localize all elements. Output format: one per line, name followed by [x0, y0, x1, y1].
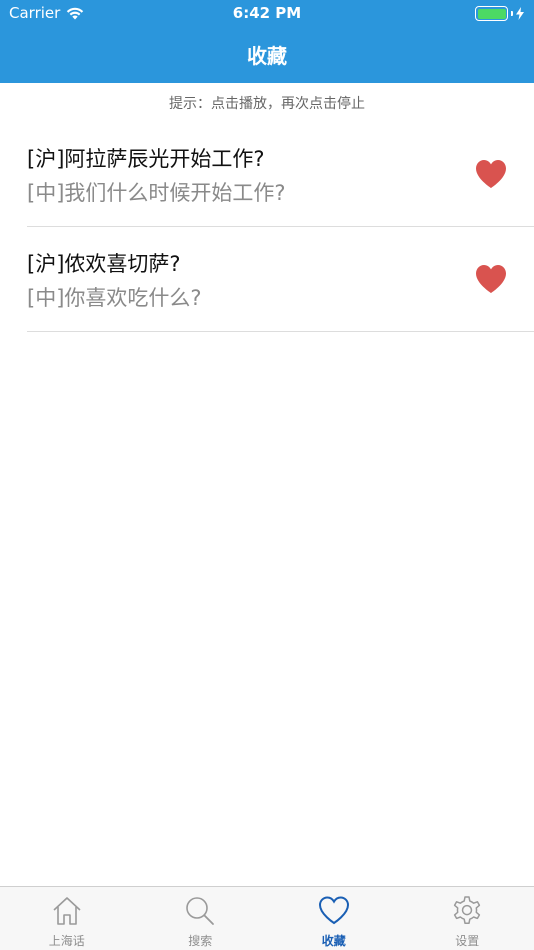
favorites-list: [沪]阿拉萨辰光开始工作? [中]我们什么时候开始工作? [沪]侬欢喜切萨? [… [0, 122, 534, 332]
home-icon [53, 897, 81, 925]
status-bar: Carrier 6:42 PM [0, 0, 534, 28]
battery-indicator [475, 6, 524, 21]
tab-settings[interactable]: 设置 [401, 887, 534, 950]
tab-label: 设置 [455, 934, 480, 948]
navigation-bar: Carrier 6:42 PM 收藏 [0, 0, 534, 83]
gear-icon [454, 896, 481, 924]
clock: 6:42 PM [232, 4, 302, 22]
shanghainese-phrase: [沪]侬欢喜切萨? [27, 252, 181, 276]
tab-favorites[interactable]: 收藏 [267, 887, 401, 950]
mandarin-translation: [中]你喜欢吃什么? [27, 286, 202, 310]
mandarin-translation: [中]我们什么时候开始工作? [27, 181, 286, 205]
tab-bar: 上海话 搜索 收藏 设置 [0, 886, 534, 950]
tab-shanghainese[interactable]: 上海话 [0, 887, 134, 950]
playback-hint: 提示：点击播放，再次点击停止 [169, 96, 365, 112]
heart-icon [318, 896, 349, 925]
tab-label: 收藏 [321, 934, 346, 948]
tab-search[interactable]: 搜索 [134, 887, 268, 950]
charging-bolt-icon [516, 7, 524, 20]
tab-label: 搜索 [188, 934, 213, 948]
favorite-item[interactable]: [沪]阿拉萨辰光开始工作? [中]我们什么时候开始工作? [27, 122, 534, 227]
favorite-heart-icon[interactable] [475, 159, 507, 189]
battery-icon [475, 6, 508, 21]
shanghainese-phrase: [沪]阿拉萨辰光开始工作? [27, 147, 265, 171]
app-screen: Carrier 6:42 PM 收藏 提示：点击播放，再次点击停止 [沪]阿拉萨… [0, 0, 534, 950]
favorite-heart-icon[interactable] [475, 264, 507, 294]
search-icon [186, 897, 215, 925]
favorite-item[interactable]: [沪]侬欢喜切萨? [中]你喜欢吃什么? [27, 227, 534, 332]
tab-label: 上海话 [48, 934, 85, 948]
page-title: 收藏 [247, 44, 287, 68]
